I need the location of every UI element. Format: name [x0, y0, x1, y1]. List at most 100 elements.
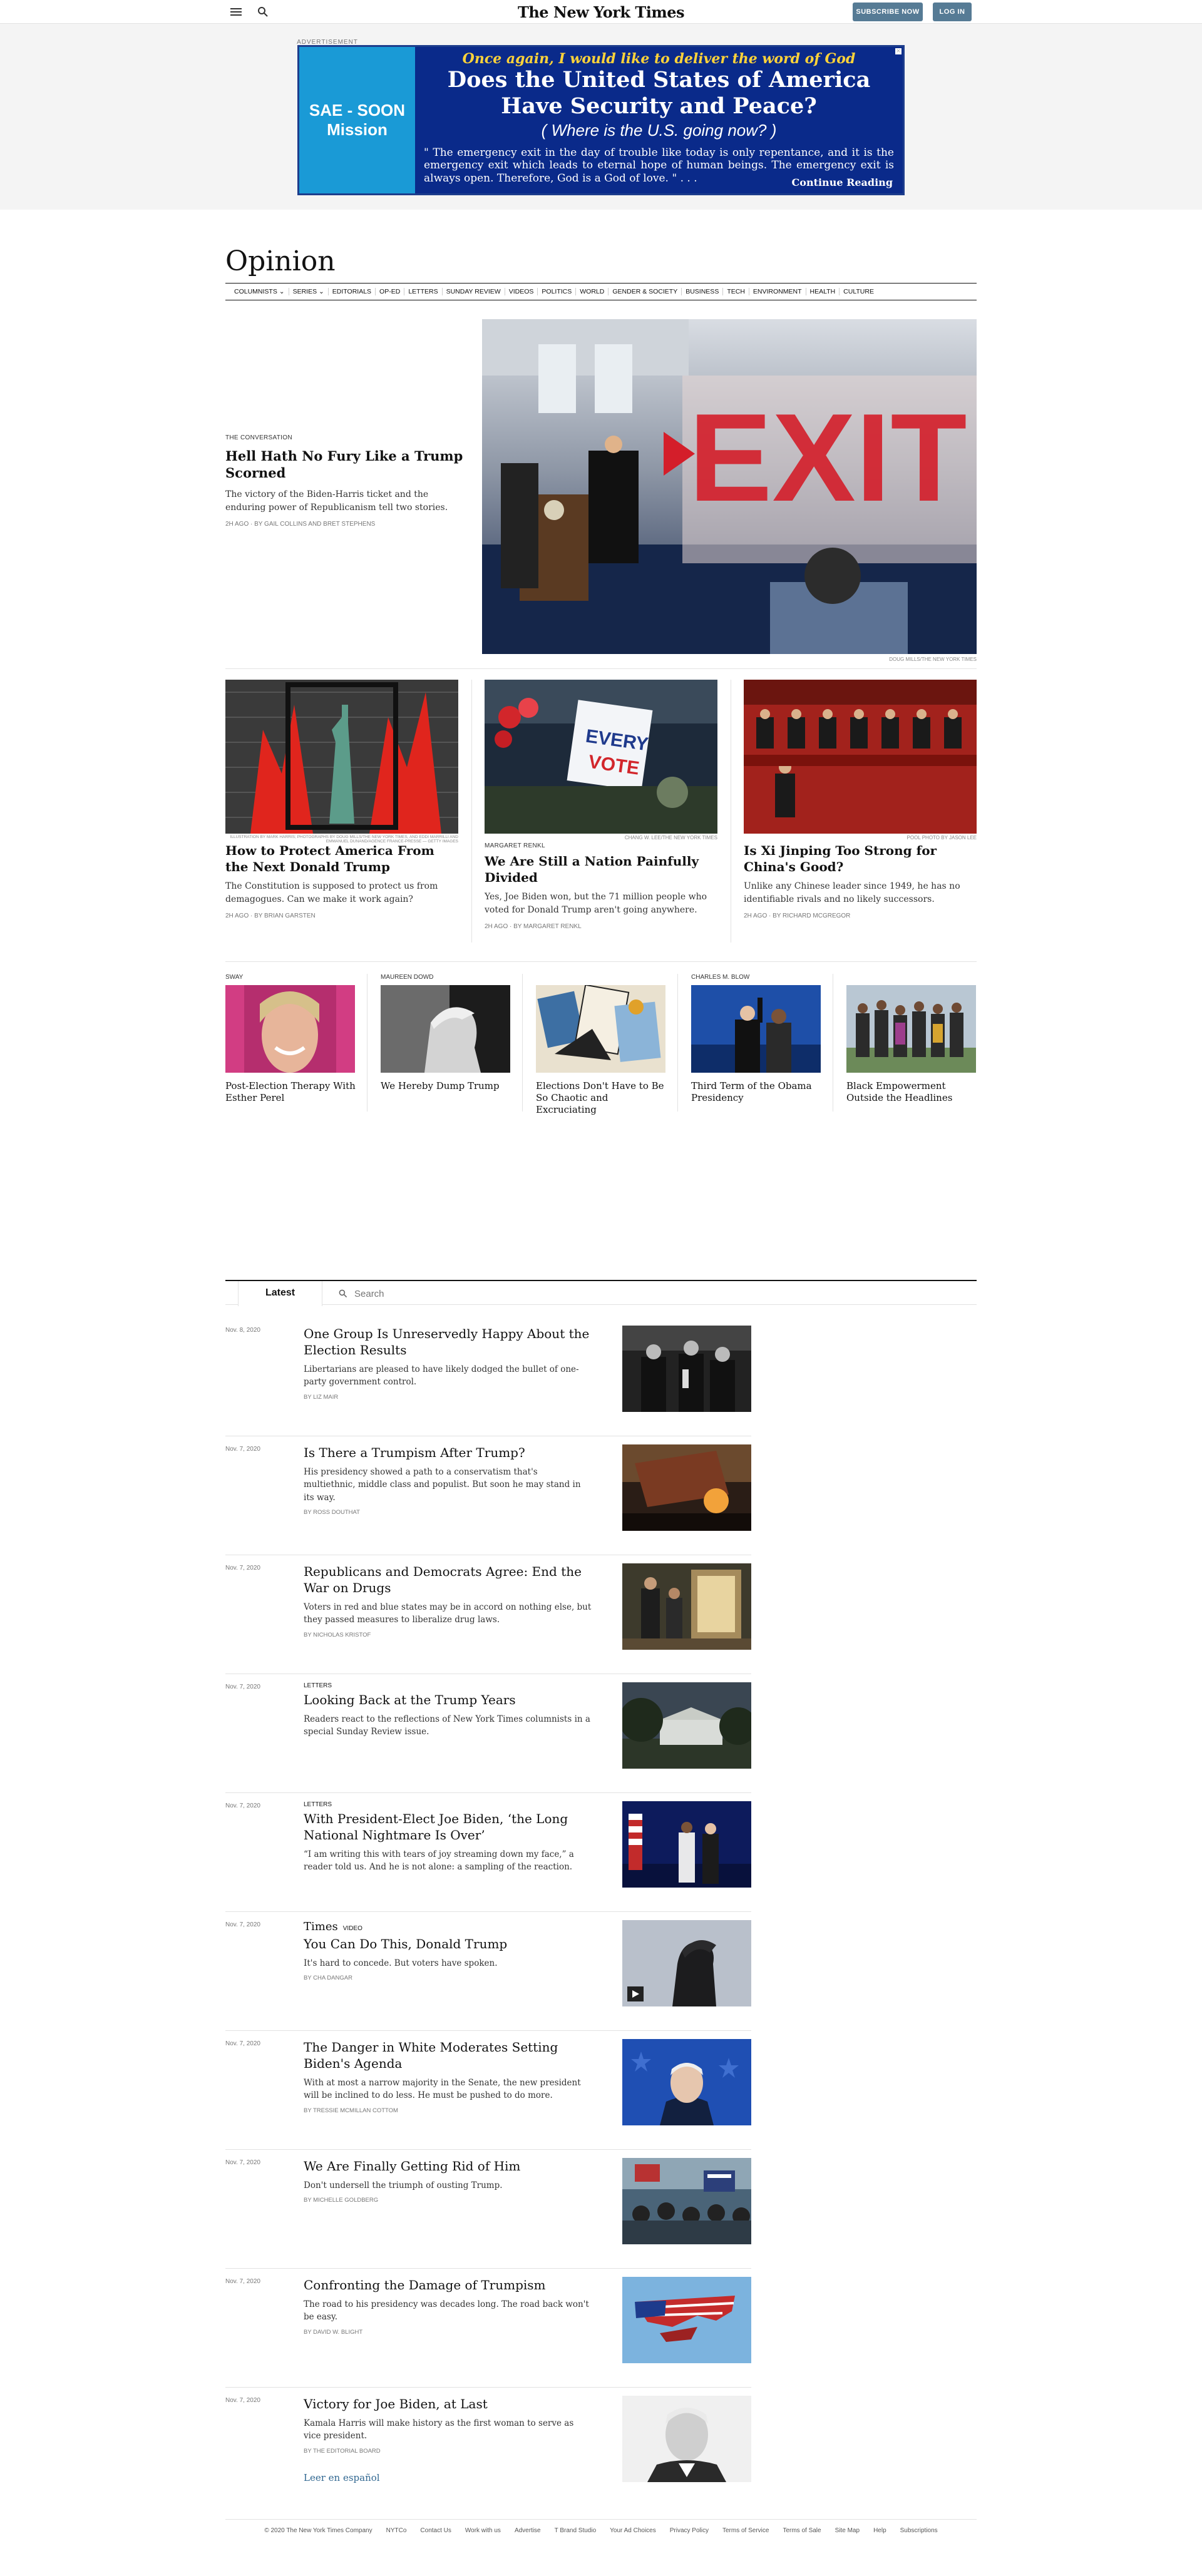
small-story[interactable]: Black Empowerment Outside the Headlines [846, 974, 978, 1104]
small-story-title[interactable]: Third Term of the Obama Presidency [691, 1080, 823, 1104]
story-title[interactable]: We Are Finally Getting Rid of Him [304, 2158, 592, 2174]
subscribe-button[interactable]: SUBSCRIBE NOW [853, 3, 923, 21]
card-image[interactable] [744, 680, 977, 834]
story-card[interactable]: How to Protect America From the Next Don… [225, 680, 458, 919]
story-title[interactable]: With President-Elect Joe Biden, ‘the Lon… [304, 1811, 592, 1843]
nav-series[interactable]: SERIES ⌄ [289, 288, 329, 295]
list-item[interactable]: Nov. 8, 2020 One Group Is Unreservedly H… [225, 1326, 751, 1419]
nav-op-ed[interactable]: OP-ED [376, 288, 405, 295]
small-story[interactable]: SWAY Post-Election Therapy With Esther P… [225, 974, 357, 1104]
search-input[interactable] [354, 1288, 517, 1299]
story-thumbnail[interactable] [622, 2039, 751, 2125]
footer-link-sitemap[interactable]: Site Map [835, 2527, 860, 2534]
story-title[interactable]: Republicans and Democrats Agree: End the… [304, 1563, 592, 1596]
hero-image[interactable]: EXIT [482, 319, 977, 654]
footer-link-contact[interactable]: Contact Us [420, 2527, 451, 2534]
small-story[interactable]: Elections Don't Have to Be So Chaotic an… [536, 974, 667, 1115]
footer-link-terms-service[interactable]: Terms of Service [722, 2527, 769, 2534]
small-story-image[interactable] [381, 985, 510, 1073]
latest-search[interactable] [338, 1286, 526, 1301]
ad-content: × Once again, I would like to deliver th… [415, 47, 903, 193]
spanish-link[interactable]: Leer en español [304, 2472, 380, 2483]
story-thumbnail[interactable] [622, 2277, 751, 2363]
footer-link-work[interactable]: Work with us [465, 2527, 501, 2534]
nav-politics[interactable]: POLITICS [538, 288, 577, 295]
footer-link-help[interactable]: Help [873, 2527, 886, 2534]
story-card[interactable]: EVERY VOTE MARGARET RENKL We Are Still a… [485, 680, 717, 930]
nav-columnists[interactable]: COLUMNISTS ⌄ [230, 288, 289, 295]
footer-link-adchoices[interactable]: Your Ad Choices [610, 2527, 656, 2534]
small-story-image[interactable] [846, 985, 976, 1073]
story-title[interactable]: The Danger in White Moderates Setting Bi… [304, 2039, 592, 2072]
nav-culture[interactable]: CULTURE [840, 288, 878, 295]
story-thumbnail[interactable] [622, 2158, 751, 2244]
story-thumbnail[interactable] [622, 1920, 751, 2006]
celebration-crowd-photo [622, 2158, 751, 2244]
small-story[interactable]: MAUREEN DOWD We Hereby Dump Trump [381, 974, 512, 1092]
ad-continue-link[interactable]: Continue Reading [792, 176, 893, 188]
footer-link-privacy[interactable]: Privacy Policy [670, 2527, 709, 2534]
card-title[interactable]: Is Xi Jinping Too Strong for China's Goo… [744, 842, 977, 875]
story-body: Republicans and Democrats Agree: End the… [304, 1563, 592, 1638]
list-item[interactable]: Nov. 7, 2020 Times VIDEO You Can Do This,… [225, 1920, 751, 2014]
small-story-image[interactable] [225, 985, 355, 1073]
story-card[interactable]: Is Xi Jinping Too Strong for China's Goo… [744, 680, 977, 919]
list-item[interactable]: Nov. 7, 2020 Republicans and Democrats A… [225, 1563, 751, 1657]
hero-summary: The victory of the Biden-Harris ticket a… [225, 489, 448, 513]
story-thumbnail[interactable] [622, 1801, 751, 1888]
story-title[interactable]: Looking Back at the Trump Years [304, 1692, 592, 1708]
nav-editorials[interactable]: EDITORIALS [329, 288, 376, 295]
footer-link-advertise[interactable]: Advertise [515, 2527, 541, 2534]
story-title[interactable]: Victory for Joe Biden, at Last [304, 2396, 592, 2412]
nav-letters[interactable]: LETTERS [404, 288, 443, 295]
list-item[interactable]: Nov. 7, 2020 Is There a Trumpism After T… [225, 1444, 751, 1538]
search-icon[interactable] [257, 6, 269, 18]
list-item[interactable]: Nov. 7, 2020 LETTERS With President-Elec… [225, 1801, 751, 1895]
card-summary: Unlike any Chinese leader since 1949, he… [744, 881, 960, 904]
story-title[interactable]: Confronting the Damage of Trumpism [304, 2277, 592, 2293]
footer-link-tbrand[interactable]: T Brand Studio [555, 2527, 597, 2534]
footer-link-subscriptions[interactable]: Subscriptions [900, 2527, 938, 2534]
card-image[interactable]: EVERY VOTE [485, 680, 717, 834]
ad-choices-icon[interactable]: × [895, 48, 902, 54]
list-item[interactable]: Nov. 7, 2020 We Are Finally Getting Rid … [225, 2158, 751, 2252]
story-thumbnail[interactable] [622, 1326, 751, 1412]
login-button[interactable]: LOG IN [933, 3, 972, 21]
list-item[interactable]: Nov. 7, 2020 The Danger in White Moderat… [225, 2039, 751, 2133]
nav-sunday-review[interactable]: SUNDAY REVIEW [443, 288, 505, 295]
story-thumbnail[interactable] [622, 1444, 751, 1531]
story-thumbnail[interactable] [622, 1682, 751, 1769]
menu-icon[interactable] [230, 6, 242, 18]
small-story-title[interactable]: We Hereby Dump Trump [381, 1080, 512, 1092]
banner-ad[interactable]: SAE - SOON Mission × Once again, I would… [297, 45, 905, 195]
card-title[interactable]: How to Protect America From the Next Don… [225, 842, 458, 875]
small-story-title[interactable]: Post-Election Therapy With Esther Perel [225, 1080, 357, 1104]
footer-link-terms-sale[interactable]: Terms of Sale [783, 2527, 821, 2534]
story-title[interactable]: You Can Do This, Donald Trump [304, 1936, 592, 1952]
nav-gender-society[interactable]: GENDER & SOCIETY [609, 288, 682, 295]
hero-title[interactable]: Hell Hath No Fury Like a Trump Scorned [225, 447, 463, 482]
nav-world[interactable]: WORLD [576, 288, 609, 295]
hero-story[interactable]: THE CONVERSATION Hell Hath No Fury Like … [225, 434, 463, 528]
small-story-title[interactable]: Black Empowerment Outside the Headlines [846, 1080, 978, 1104]
police-raid-photo [622, 1563, 751, 1650]
footer-link-nytco[interactable]: NYTCo [386, 2527, 407, 2534]
tab-latest[interactable]: Latest [238, 1281, 322, 1306]
story-title[interactable]: Is There a Trumpism After Trump? [304, 1444, 592, 1461]
list-item[interactable]: Nov. 7, 2020 Confronting the Damage of T… [225, 2277, 751, 2371]
story-title[interactable]: One Group Is Unreservedly Happy About th… [304, 1326, 592, 1358]
card-image[interactable] [225, 680, 458, 834]
nav-tech[interactable]: TECH [723, 288, 749, 295]
nav-health[interactable]: HEALTH [806, 288, 840, 295]
story-thumbnail[interactable] [622, 1563, 751, 1650]
small-story[interactable]: CHARLES M. BLOW Third Term of the Obama … [691, 974, 823, 1104]
card-title[interactable]: We Are Still a Nation Painfully Divided [485, 853, 717, 886]
story-thumbnail[interactable] [622, 2396, 751, 2482]
small-story-image[interactable] [536, 985, 665, 1073]
list-item[interactable]: Nov. 7, 2020 LETTERS Looking Back at the… [225, 1682, 751, 1776]
nav-environment[interactable]: ENVIRONMENT [749, 288, 806, 295]
nav-videos[interactable]: VIDEOS [505, 288, 538, 295]
small-story-image[interactable] [691, 985, 821, 1073]
nav-business[interactable]: BUSINESS [682, 288, 724, 295]
small-story-title[interactable]: Elections Don't Have to Be So Chaotic an… [536, 1080, 667, 1115]
